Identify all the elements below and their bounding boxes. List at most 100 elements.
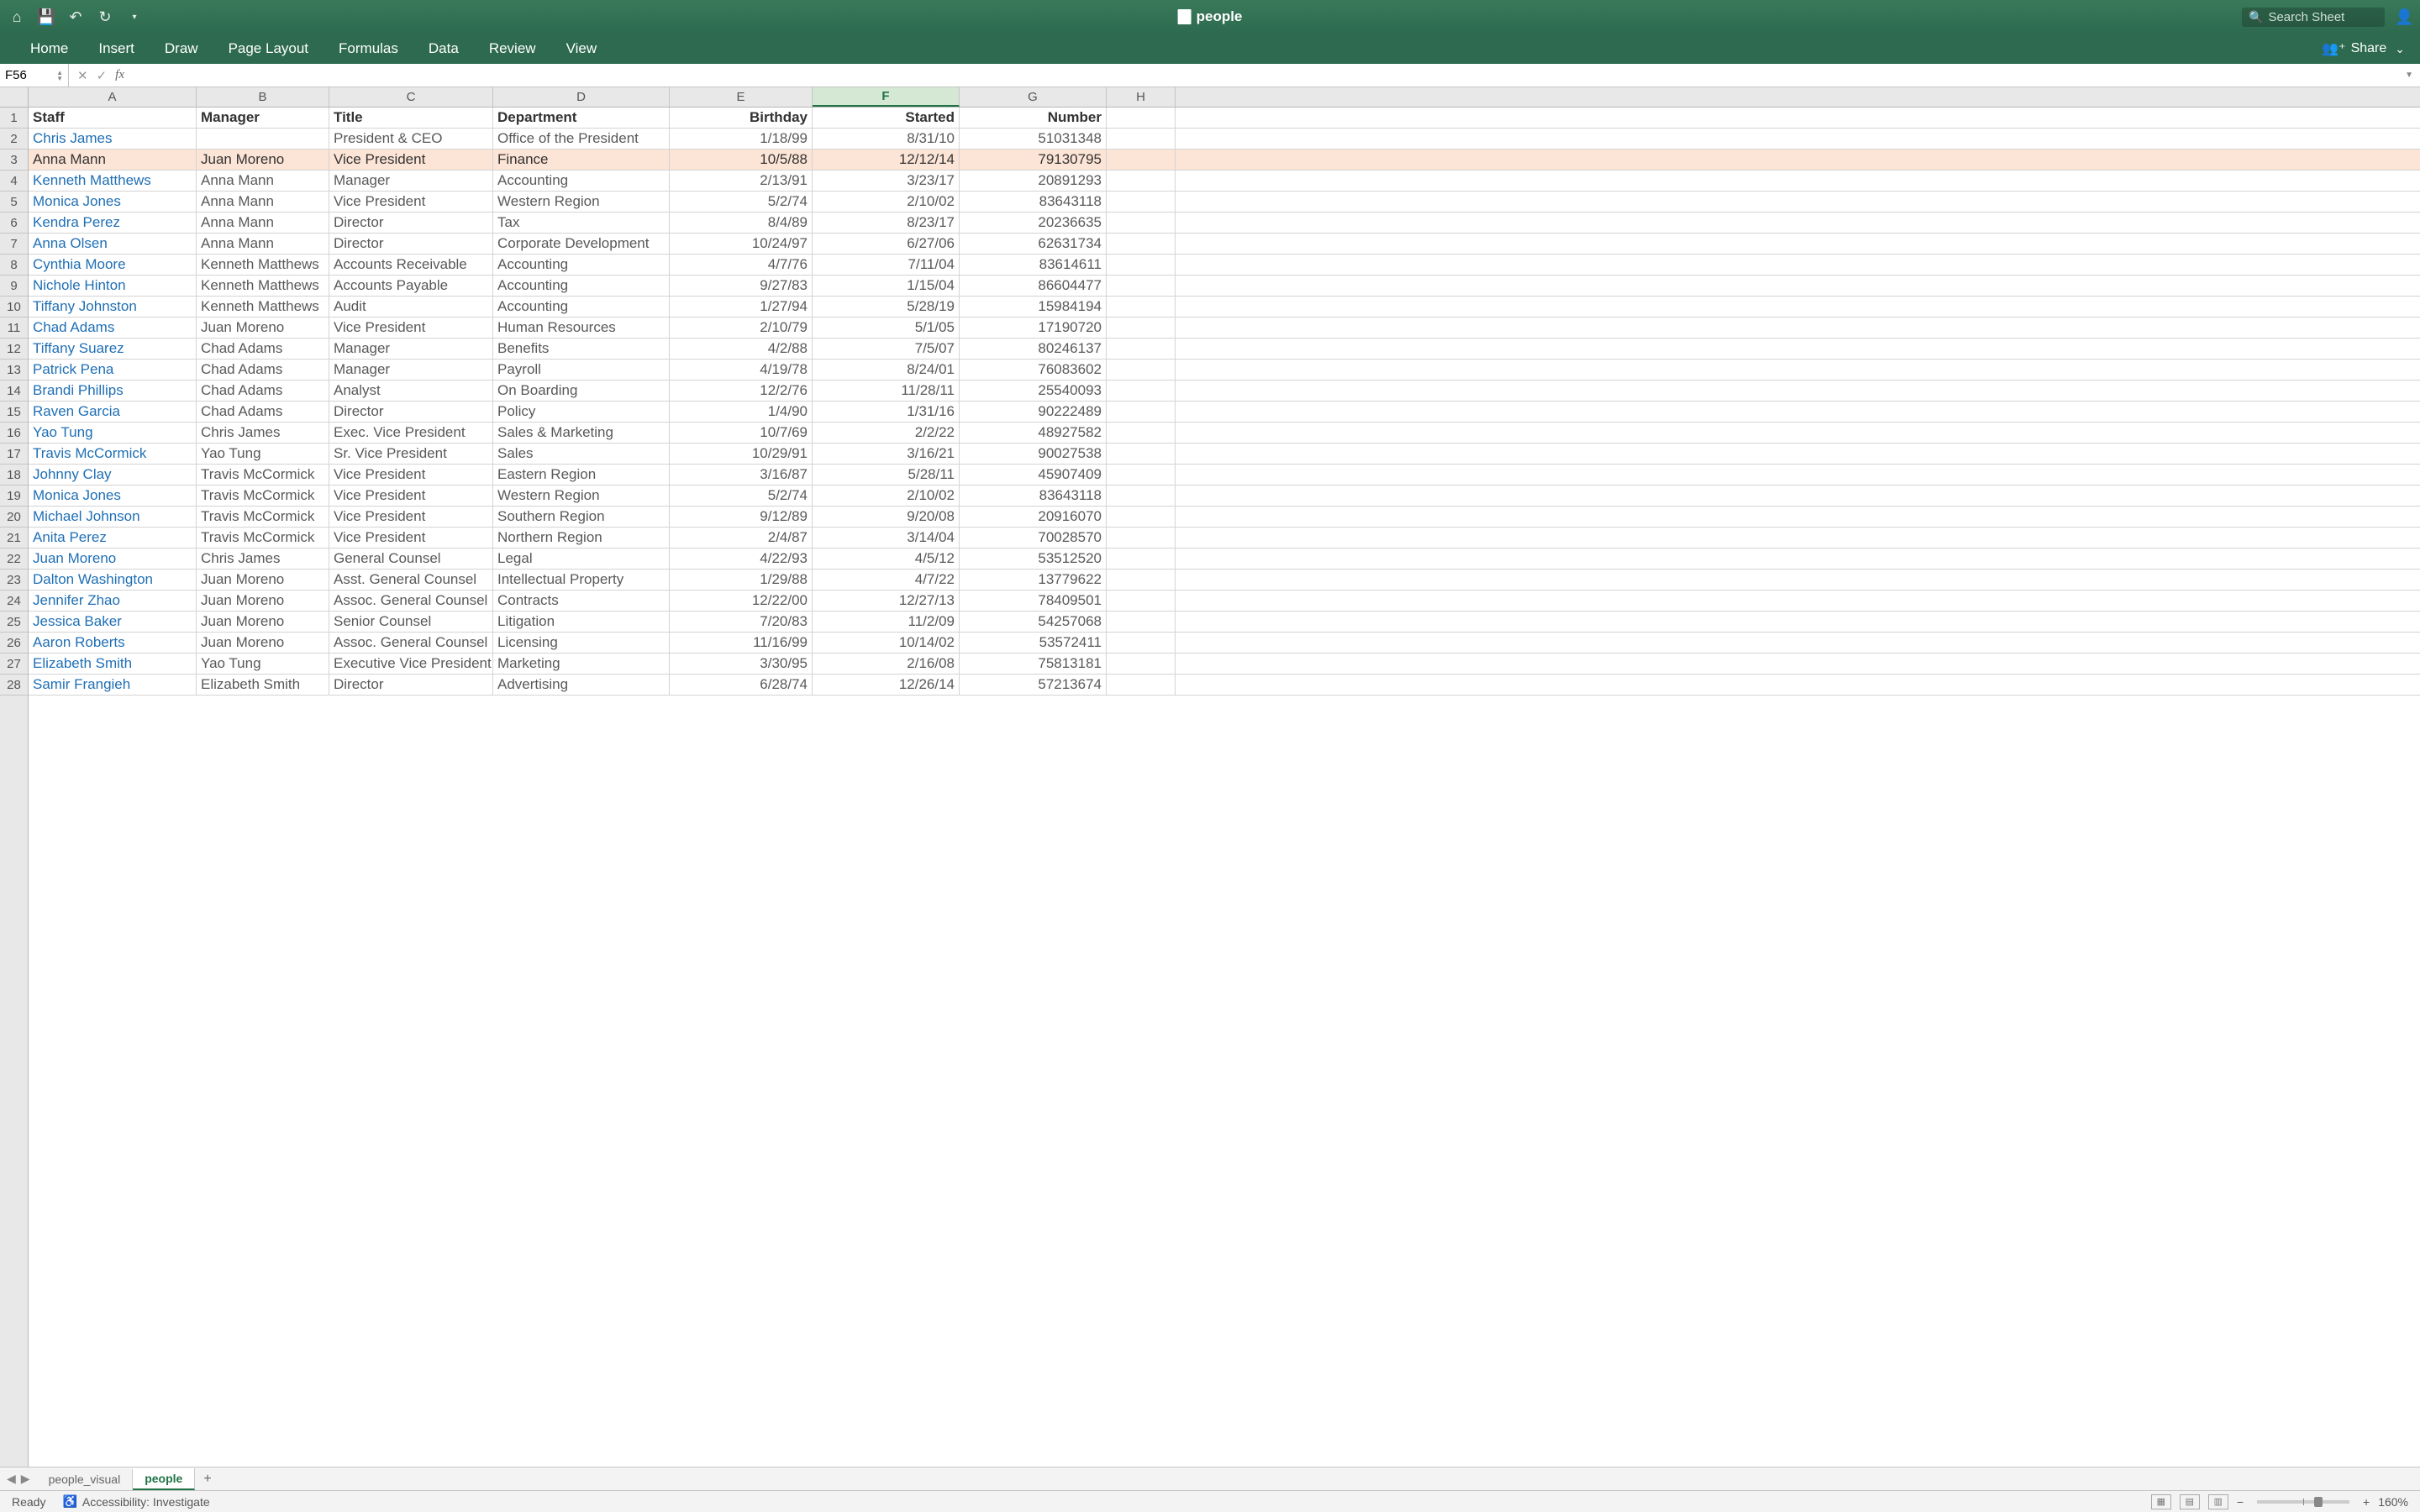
cell-D3[interactable]: Finance: [493, 150, 670, 170]
cell-B18[interactable]: Travis McCormick: [197, 465, 329, 485]
cell-C13[interactable]: Manager: [329, 360, 493, 380]
cell-B3[interactable]: Juan Moreno: [197, 150, 329, 170]
cell-H22[interactable]: [1107, 549, 1176, 569]
cell-E14[interactable]: 12/2/76: [670, 381, 813, 401]
cell-A21[interactable]: Anita Perez: [29, 528, 197, 548]
cell-F2[interactable]: 8/31/10: [813, 129, 960, 149]
row-header[interactable]: 24: [0, 591, 28, 612]
cell-B23[interactable]: Juan Moreno: [197, 570, 329, 590]
cell-E18[interactable]: 3/16/87: [670, 465, 813, 485]
cell-H21[interactable]: [1107, 528, 1176, 548]
tab-page-layout[interactable]: Page Layout: [213, 34, 324, 64]
cell-D19[interactable]: Western Region: [493, 486, 670, 506]
cell-H27[interactable]: [1107, 654, 1176, 674]
cell-C15[interactable]: Director: [329, 402, 493, 422]
name-box-stepper-icon[interactable]: ▲▼: [56, 70, 63, 81]
cell-H25[interactable]: [1107, 612, 1176, 632]
cell-A11[interactable]: Chad Adams: [29, 318, 197, 338]
column-header-B[interactable]: B: [197, 87, 329, 107]
row-header[interactable]: 7: [0, 234, 28, 255]
cell-H3[interactable]: [1107, 150, 1176, 170]
spreadsheet-grid[interactable]: A B C D E F G H 123456789101112131415161…: [0, 87, 2420, 1467]
cell-G9[interactable]: 86604477: [960, 276, 1107, 296]
cell-E9[interactable]: 9/27/83: [670, 276, 813, 296]
cell-H1[interactable]: [1107, 108, 1176, 128]
row-header[interactable]: 6: [0, 213, 28, 234]
cell-F12[interactable]: 7/5/07: [813, 339, 960, 359]
cell-A8[interactable]: Cynthia Moore: [29, 255, 197, 275]
cell-A16[interactable]: Yao Tung: [29, 423, 197, 443]
column-header-A[interactable]: A: [29, 87, 197, 107]
share-button[interactable]: 👥⁺ Share: [2322, 40, 2386, 57]
cell-E4[interactable]: 2/13/91: [670, 171, 813, 191]
cell-F5[interactable]: 2/10/02: [813, 192, 960, 212]
cell-C11[interactable]: Vice President: [329, 318, 493, 338]
cell-E16[interactable]: 10/7/69: [670, 423, 813, 443]
cell-D28[interactable]: Advertising: [493, 675, 670, 695]
accept-formula-icon[interactable]: ✓: [97, 68, 108, 83]
cell-A4[interactable]: Kenneth Matthews: [29, 171, 197, 191]
cell-E11[interactable]: 2/10/79: [670, 318, 813, 338]
cell-H9[interactable]: [1107, 276, 1176, 296]
cells-area[interactable]: StaffManagerTitleDepartmentBirthdayStart…: [29, 108, 2420, 1467]
column-header-H[interactable]: H: [1107, 87, 1176, 107]
cell-C18[interactable]: Vice President: [329, 465, 493, 485]
cell-F8[interactable]: 7/11/04: [813, 255, 960, 275]
view-page-break-button[interactable]: ▥: [2208, 1494, 2228, 1509]
cell-A12[interactable]: Tiffany Suarez: [29, 339, 197, 359]
cell-H16[interactable]: [1107, 423, 1176, 443]
cell-B1[interactable]: Manager: [197, 108, 329, 128]
cell-G15[interactable]: 90222489: [960, 402, 1107, 422]
cell-B2[interactable]: [197, 129, 329, 149]
cell-F11[interactable]: 5/1/05: [813, 318, 960, 338]
cell-H4[interactable]: [1107, 171, 1176, 191]
cell-D17[interactable]: Sales: [493, 444, 670, 464]
cell-E10[interactable]: 1/27/94: [670, 297, 813, 317]
cell-F25[interactable]: 11/2/09: [813, 612, 960, 632]
cell-D22[interactable]: Legal: [493, 549, 670, 569]
row-header[interactable]: 22: [0, 549, 28, 570]
cell-H17[interactable]: [1107, 444, 1176, 464]
cell-D11[interactable]: Human Resources: [493, 318, 670, 338]
row-header[interactable]: 12: [0, 339, 28, 360]
cell-C28[interactable]: Director: [329, 675, 493, 695]
cell-G18[interactable]: 45907409: [960, 465, 1107, 485]
qat-dropdown-icon[interactable]: ▾: [126, 8, 143, 25]
cell-H11[interactable]: [1107, 318, 1176, 338]
cell-E23[interactable]: 1/29/88: [670, 570, 813, 590]
cell-B15[interactable]: Chad Adams: [197, 402, 329, 422]
row-header[interactable]: 9: [0, 276, 28, 297]
row-header[interactable]: 28: [0, 675, 28, 696]
cancel-formula-icon[interactable]: ✕: [77, 68, 88, 83]
fx-icon[interactable]: fx: [115, 68, 124, 82]
cell-G16[interactable]: 48927582: [960, 423, 1107, 443]
cell-B8[interactable]: Kenneth Matthews: [197, 255, 329, 275]
save-icon[interactable]: 💾: [38, 8, 55, 25]
cell-B12[interactable]: Chad Adams: [197, 339, 329, 359]
cell-A18[interactable]: Johnny Clay: [29, 465, 197, 485]
formula-bar-expand-icon[interactable]: ▼: [2398, 71, 2420, 80]
cell-C21[interactable]: Vice President: [329, 528, 493, 548]
cell-C1[interactable]: Title: [329, 108, 493, 128]
cell-C20[interactable]: Vice President: [329, 507, 493, 527]
row-header[interactable]: 16: [0, 423, 28, 444]
row-header[interactable]: 19: [0, 486, 28, 507]
cell-F21[interactable]: 3/14/04: [813, 528, 960, 548]
row-header[interactable]: 21: [0, 528, 28, 549]
cell-A28[interactable]: Samir Frangieh: [29, 675, 197, 695]
cell-H18[interactable]: [1107, 465, 1176, 485]
cell-F22[interactable]: 4/5/12: [813, 549, 960, 569]
cell-A22[interactable]: Juan Moreno: [29, 549, 197, 569]
cell-E3[interactable]: 10/5/88: [670, 150, 813, 170]
row-header[interactable]: 18: [0, 465, 28, 486]
cell-F3[interactable]: 12/12/14: [813, 150, 960, 170]
cell-A7[interactable]: Anna Olsen: [29, 234, 197, 254]
column-header-C[interactable]: C: [329, 87, 493, 107]
cell-E26[interactable]: 11/16/99: [670, 633, 813, 653]
cell-A23[interactable]: Dalton Washington: [29, 570, 197, 590]
cell-G5[interactable]: 83643118: [960, 192, 1107, 212]
row-header[interactable]: 26: [0, 633, 28, 654]
cell-A2[interactable]: Chris James: [29, 129, 197, 149]
cell-H8[interactable]: [1107, 255, 1176, 275]
cell-D2[interactable]: Office of the President: [493, 129, 670, 149]
